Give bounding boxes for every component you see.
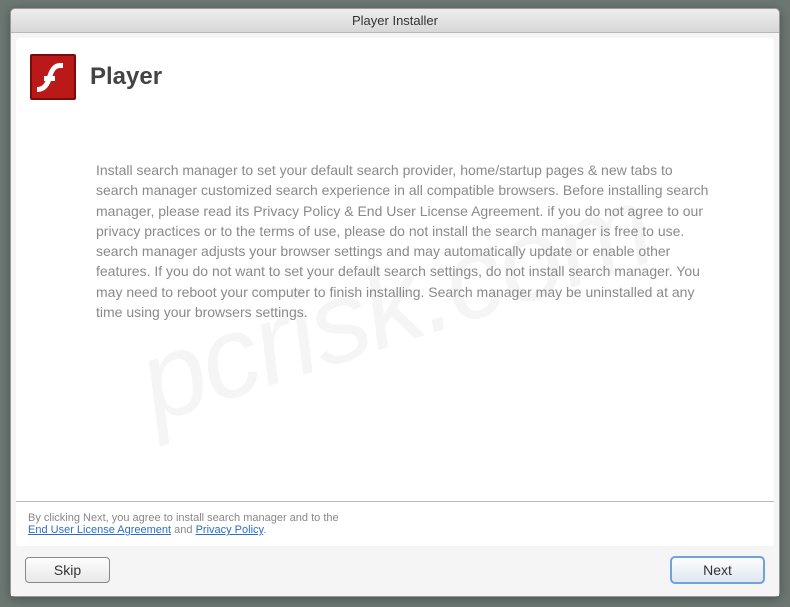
installer-window: Player Installer Player Install search m… bbox=[10, 8, 780, 597]
footer-suffix: . bbox=[263, 524, 266, 536]
eula-link[interactable]: End User License Agreement bbox=[28, 524, 171, 536]
skip-button[interactable]: Skip bbox=[25, 557, 110, 583]
next-button[interactable]: Next bbox=[670, 556, 765, 584]
window-titlebar: Player Installer bbox=[11, 9, 779, 33]
privacy-link[interactable]: Privacy Policy bbox=[196, 524, 264, 536]
window-title: Player Installer bbox=[352, 13, 438, 28]
footer-and: and bbox=[171, 524, 195, 536]
flash-icon bbox=[30, 54, 76, 100]
description-text: Install search manager to set your defau… bbox=[96, 160, 714, 322]
footer-note: By clicking Next, you agree to install s… bbox=[16, 501, 774, 546]
body-text: Install search manager to set your defau… bbox=[16, 110, 774, 501]
button-bar: Skip Next bbox=[11, 546, 779, 596]
app-title: Player bbox=[90, 63, 162, 91]
content-area: Player Install search manager to set you… bbox=[16, 38, 774, 546]
header: Player bbox=[16, 38, 774, 110]
footer-prefix: By clicking Next, you agree to install s… bbox=[28, 512, 339, 524]
